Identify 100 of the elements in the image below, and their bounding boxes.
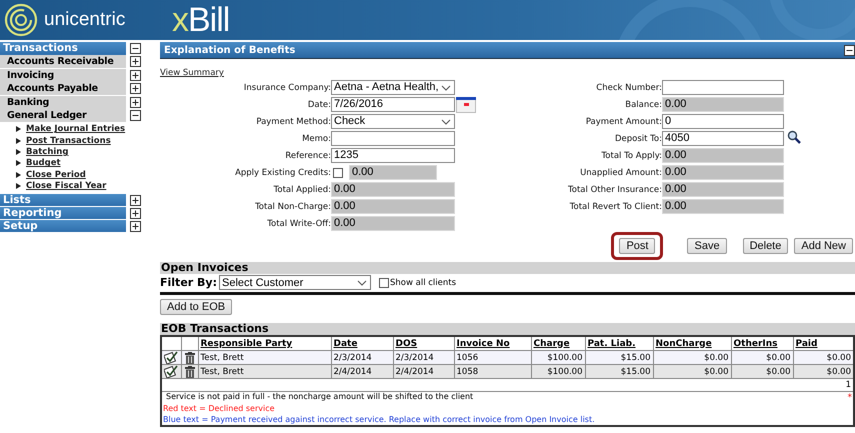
sidebar-item[interactable]: Banking bbox=[0, 96, 126, 108]
sidebar-link[interactable]: Close Fiscal Year bbox=[26, 181, 106, 192]
panel-title: Explanation of Benefits bbox=[164, 44, 296, 56]
brand-name: unicentric bbox=[44, 9, 126, 31]
edit-check-icon[interactable] bbox=[164, 351, 178, 364]
checkbox[interactable] bbox=[333, 168, 343, 178]
sidebar-section[interactable]: Reporting bbox=[0, 206, 126, 220]
add-button[interactable]: Add to EOB bbox=[160, 299, 232, 315]
field-label: Total Other Insurance: bbox=[567, 184, 662, 194]
sidebar-section[interactable]: Setup bbox=[0, 220, 126, 232]
readonly-field: 0.00 bbox=[331, 199, 455, 214]
dropdown-icon[interactable] bbox=[441, 118, 451, 124]
sidebar-item[interactable]: General Ledger bbox=[0, 109, 126, 122]
readonly-field: 0.00 bbox=[662, 148, 784, 163]
select-field[interactable]: Check bbox=[331, 114, 455, 129]
table-cell: 2/3/2014 bbox=[393, 350, 454, 364]
bullet-icon bbox=[16, 126, 21, 132]
action-button[interactable]: Delete bbox=[742, 238, 788, 254]
collapse-icon[interactable] bbox=[130, 110, 141, 121]
table-cell: $0.00 bbox=[793, 364, 854, 378]
dropdown-icon[interactable] bbox=[356, 280, 367, 286]
calendar-icon[interactable] bbox=[456, 96, 476, 112]
section-heading: Open Invoices bbox=[160, 262, 855, 274]
bullet-icon bbox=[16, 160, 21, 166]
expand-icon[interactable] bbox=[130, 70, 141, 80]
sidebar-link[interactable]: Make Journal Entries bbox=[26, 124, 126, 134]
expand-icon[interactable] bbox=[130, 194, 141, 206]
input-field[interactable]: 4050 bbox=[662, 131, 784, 146]
table-cell: 1056 bbox=[454, 350, 531, 364]
sidebar-item[interactable]: Invoicing bbox=[0, 68, 126, 82]
readonly-field: 0.00 bbox=[662, 97, 784, 112]
table-cell: $0.00 bbox=[731, 350, 793, 364]
sidebar-section[interactable]: Transactions bbox=[0, 42, 126, 54]
trash-icon[interactable] bbox=[184, 366, 194, 378]
expand-icon[interactable] bbox=[130, 83, 141, 94]
action-button[interactable]: Post bbox=[619, 238, 656, 254]
bullet-icon bbox=[16, 172, 21, 178]
filter-label: Filter By: bbox=[160, 276, 217, 289]
page-number[interactable]: 1 bbox=[846, 380, 851, 390]
sidebar-link[interactable]: Batching bbox=[26, 146, 68, 157]
action-button[interactable]: Save bbox=[687, 238, 727, 254]
table-cell: Test, Brett bbox=[198, 364, 331, 378]
input-field[interactable] bbox=[331, 131, 455, 146]
sidebar-item[interactable]: Accounts Payable bbox=[0, 82, 126, 95]
table-cell: 1058 bbox=[454, 364, 531, 378]
field-label: Total Write-Off: bbox=[266, 218, 331, 228]
search-icon[interactable] bbox=[787, 130, 801, 144]
field-label: Total Non-Charge: bbox=[254, 202, 331, 212]
input-field[interactable]: 1235 bbox=[331, 148, 455, 163]
table-cell: $100.00 bbox=[531, 364, 585, 378]
checkbox[interactable] bbox=[378, 278, 389, 288]
table-cell: $0.00 bbox=[653, 364, 731, 378]
trash-icon[interactable] bbox=[184, 352, 194, 364]
expand-icon[interactable] bbox=[130, 56, 141, 67]
product-name: xBill bbox=[172, 0, 230, 40]
action-button[interactable]: Add New bbox=[794, 238, 853, 254]
logo-icon bbox=[4, 3, 38, 37]
readonly-field: 0.00 bbox=[331, 182, 455, 197]
bullet-icon bbox=[16, 138, 21, 144]
sidebar-link[interactable]: Close Period bbox=[26, 170, 86, 180]
input-field[interactable] bbox=[662, 80, 784, 95]
table-cell: $15.00 bbox=[585, 350, 653, 364]
required-mark: * bbox=[848, 392, 852, 404]
edit-check-icon[interactable] bbox=[164, 365, 178, 378]
collapse-icon[interactable] bbox=[844, 44, 855, 56]
field-label: Deposit To: bbox=[614, 134, 662, 144]
dropdown-icon[interactable] bbox=[441, 84, 451, 90]
bullet-icon bbox=[16, 183, 21, 190]
table-cell: 2/3/2014 bbox=[331, 350, 393, 364]
field-label: Apply Existing Credits: bbox=[234, 168, 331, 178]
select-field[interactable]: Select Customer bbox=[218, 275, 371, 290]
table-cell: 2/4/2014 bbox=[393, 364, 454, 378]
field-label: Insurance Company: bbox=[242, 82, 331, 92]
field-label: Unapplied Amount: bbox=[579, 168, 662, 178]
field-label: Payment Method: bbox=[255, 116, 331, 126]
sidebar-section[interactable]: Lists bbox=[0, 194, 126, 206]
table-cell: 2/4/2014 bbox=[331, 364, 393, 378]
date-field[interactable]: 7/26/2016 bbox=[331, 97, 455, 112]
expand-icon[interactable] bbox=[130, 220, 141, 232]
expand-icon[interactable] bbox=[130, 96, 141, 108]
readonly-field: 0.00 bbox=[662, 199, 784, 214]
section-heading: EOB Transactions bbox=[160, 323, 855, 335]
field-label: Balance: bbox=[624, 100, 662, 110]
table-cell: $15.00 bbox=[585, 364, 653, 378]
table-cell: $0.00 bbox=[731, 364, 793, 378]
readonly-field: 0.00 bbox=[349, 165, 437, 180]
select-field[interactable]: Aetna - Aetna Health, bbox=[331, 80, 455, 95]
legend-note: Red text = Declined service bbox=[163, 404, 275, 414]
collapse-icon[interactable] bbox=[130, 42, 141, 54]
table-cell: Test, Brett bbox=[198, 350, 331, 364]
field-label: Payment Amount: bbox=[584, 116, 662, 126]
input-field[interactable]: 0 bbox=[662, 114, 784, 129]
sidebar-link[interactable]: Budget bbox=[26, 158, 61, 168]
field-label: Date: bbox=[306, 100, 331, 110]
view-summary-link[interactable]: View Summary bbox=[160, 68, 224, 78]
table-cell: $0.00 bbox=[793, 350, 854, 364]
legend-note: Service is not paid in full - the noncharge amount will be shifted to the client bbox=[165, 392, 474, 402]
expand-icon[interactable] bbox=[130, 208, 141, 219]
sidebar-link[interactable]: Post Transactions bbox=[26, 136, 111, 146]
sidebar-item[interactable]: Accounts Receivable bbox=[0, 55, 126, 68]
